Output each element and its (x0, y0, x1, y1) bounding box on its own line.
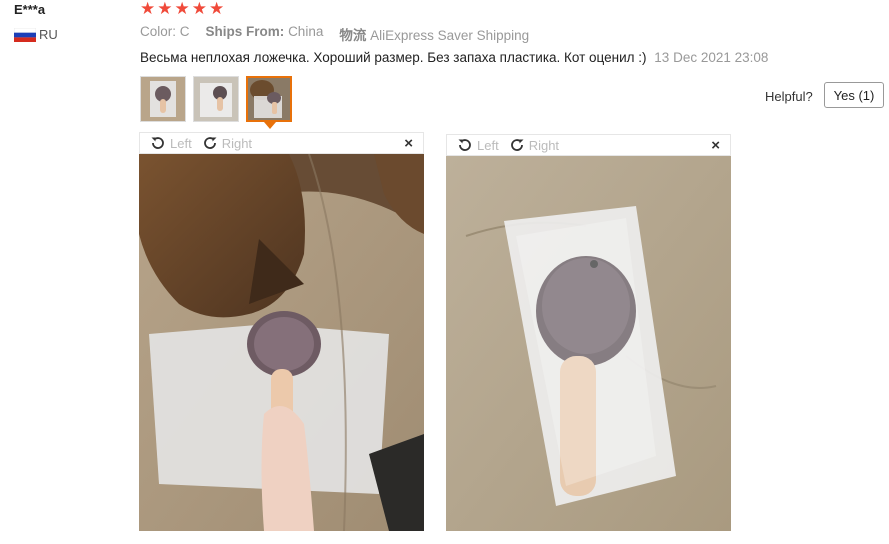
color-info: Color: C (140, 24, 190, 44)
rotate-right-button[interactable]: Right (509, 137, 559, 153)
review-photo-cat-scoop (139, 154, 424, 531)
close-icon[interactable]: × (711, 137, 720, 154)
ships-from-info: Ships From: China (206, 24, 324, 44)
close-icon[interactable]: × (404, 135, 413, 152)
review-text: Весьма неплохая ложечка. Хороший размер.… (140, 50, 768, 65)
viewer-toolbar: Left Right × (446, 134, 731, 156)
rotate-right-icon (510, 139, 524, 151)
rotate-left-icon (151, 137, 164, 149)
flag-ru-icon (14, 27, 36, 42)
rotate-left-label: Left (170, 135, 192, 151)
star-icon: ★ (157, 0, 173, 18)
review-photo-scoop-in-bag (446, 156, 731, 531)
rotate-left-label: Left (477, 137, 499, 153)
shipping-value: AliExpress Saver Shipping (370, 28, 530, 43)
reviewer-country: RU (14, 27, 58, 42)
thumbnail-photo-3[interactable] (246, 76, 292, 122)
ships-from-value: China (288, 24, 324, 39)
star-icon: ★ (174, 0, 190, 18)
thumbnail-photo-2[interactable] (193, 76, 239, 122)
order-meta: Color: C Ships From: China 物流 AliExpress… (140, 24, 529, 44)
shipping-label: 物流 (339, 28, 367, 43)
country-code: RU (39, 27, 58, 42)
star-icon: ★ (140, 0, 156, 18)
star-rating: ★ ★ ★ ★ ★ (140, 0, 224, 18)
color-value: C (179, 24, 190, 39)
image-viewer-2: Left Right × (446, 134, 731, 531)
star-icon: ★ (209, 0, 225, 18)
rotate-right-label: Right (528, 137, 560, 153)
thumbnail-photo-1[interactable] (140, 76, 186, 122)
helpful-yes-button[interactable]: Yes (1) (824, 82, 884, 108)
helpful-label: Helpful? (765, 89, 813, 104)
active-thumbnail-indicator (264, 122, 276, 129)
reviewer-name: E***a (14, 2, 46, 17)
image-viewer-1: Left Right × (139, 132, 424, 531)
photo-thumbnails (140, 76, 292, 122)
review-body: Весьма неплохая ложечка. Хороший размер.… (140, 50, 647, 65)
rotate-left-icon (458, 139, 471, 151)
viewer-toolbar: Left Right × (139, 132, 424, 154)
review-date: 13 Dec 2021 23:08 (654, 50, 769, 65)
shipping-info: 物流 AliExpress Saver Shipping (339, 24, 529, 44)
ships-from-label: Ships From: (205, 24, 285, 39)
rotate-left-button[interactable]: Left (457, 137, 499, 153)
rotate-right-icon (203, 137, 217, 149)
color-label: Color: (140, 24, 177, 39)
rotate-right-label: Right (221, 135, 253, 151)
rotate-right-button[interactable]: Right (202, 135, 252, 151)
star-icon: ★ (191, 0, 207, 18)
rotate-left-button[interactable]: Left (150, 135, 192, 151)
